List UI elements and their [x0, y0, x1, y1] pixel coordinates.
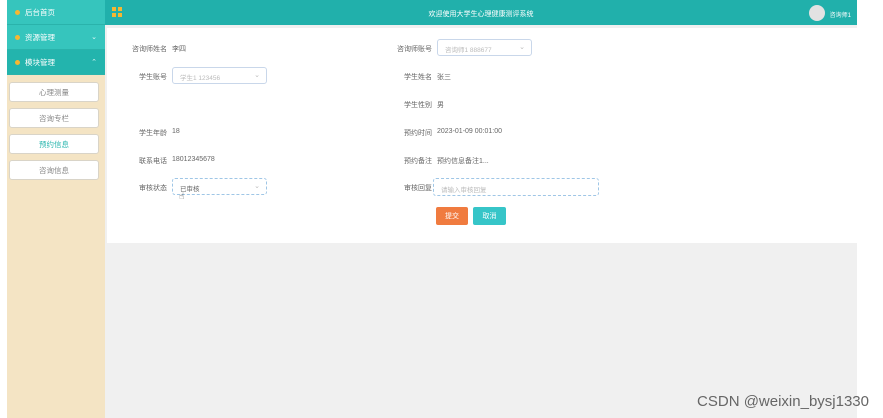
counselor-account-select: 咨询师1 888677 ⌄ [437, 39, 532, 56]
counselor-account-label: 咨询师账号 [397, 46, 432, 53]
sidebar-item-label: 心理测量 [39, 87, 69, 97]
student-gender-label: 学生性别 [404, 102, 432, 109]
phone-label: 联系电话 [139, 158, 167, 165]
student-account-label: 学生账号 [139, 74, 167, 81]
sidebar-item-label: 后台首页 [25, 7, 55, 17]
appointment-note-value: 预约信息备注1... [437, 158, 489, 165]
sidebar-item-label: 预约信息 [39, 139, 69, 149]
sidebar-group-resources[interactable]: 资源管理 ⌄ [7, 25, 105, 50]
counselor-name-label: 咨询师姓名 [132, 46, 167, 53]
page-title: 欢迎使用大学生心理健康测评系统 [428, 11, 534, 18]
appointment-note-label: 预约备注 [404, 158, 432, 165]
review-reply-placeholder: 请输入审核回复 [441, 187, 487, 194]
phone-value: 18012345678 [172, 156, 215, 163]
review-reply-label: 审核回复 [404, 185, 432, 192]
bullet-icon [15, 59, 20, 65]
counselor-account-value: 咨询师1 888677 [445, 47, 492, 54]
chevron-down-icon: ⌄ [91, 34, 97, 41]
avatar[interactable] [809, 5, 825, 21]
sidebar-item-home[interactable]: 后台首页 [7, 0, 105, 25]
chevron-down-icon: ⌄ [254, 183, 260, 190]
form-panel: 咨询师姓名 李四 咨询师账号 咨询师1 888677 ⌄ 学生账号 学生1 12… [107, 28, 857, 243]
student-name-value: 张三 [437, 74, 451, 81]
sidebar-item-appointments[interactable]: 预约信息 [9, 134, 99, 154]
student-age-label: 学生年龄 [139, 130, 167, 137]
review-status-label: 审核状态 [139, 185, 167, 192]
user-name[interactable]: 咨询师1 [830, 10, 851, 19]
top-header: 欢迎使用大学生心理健康测评系统 咨询师1 [105, 0, 857, 25]
student-age-value: 18 [172, 128, 180, 135]
student-account-value: 学生1 123456 [180, 75, 221, 82]
appointment-time-value: 2023-01-09 00:01:00 [437, 128, 502, 135]
submit-button[interactable]: 提交 [436, 207, 468, 225]
sidebar-group-label: 模块管理 [25, 57, 55, 67]
chevron-down-icon: ⌄ [519, 44, 525, 51]
sidebar-group-label: 资源管理 [25, 32, 55, 42]
bullet-icon [15, 9, 20, 15]
sidebar-group-modules[interactable]: 模块管理 ⌃ [7, 50, 105, 75]
watermark: CSDN @weixin_bysj1330 [697, 393, 869, 410]
review-status-select[interactable]: 已审核 ⌄ [172, 178, 267, 195]
sidebar-item-label: 咨询专栏 [39, 113, 69, 123]
submenu: 心理测量 咨询专栏 预约信息 咨询信息 [7, 75, 105, 180]
sidebar-item-psych-test[interactable]: 心理测量 [9, 82, 99, 102]
chevron-down-icon: ⌄ [254, 72, 260, 79]
counselor-name-value: 李四 [172, 46, 186, 53]
bullet-icon [15, 34, 20, 40]
chevron-up-icon: ⌃ [91, 59, 97, 66]
pointer-cursor-icon: ☝ [179, 191, 185, 201]
sidebar-item-consultations[interactable]: 咨询信息 [9, 160, 99, 180]
cancel-button[interactable]: 取消 [473, 207, 506, 225]
sidebar-item-column[interactable]: 咨询专栏 [9, 108, 99, 128]
student-gender-value: 男 [437, 102, 444, 109]
appointment-time-label: 预约时间 [404, 130, 432, 137]
student-account-select: 学生1 123456 ⌄ [172, 67, 267, 84]
sidebar-item-label: 咨询信息 [39, 165, 69, 175]
review-reply-input[interactable]: 请输入审核回复 [433, 178, 599, 196]
student-name-label: 学生姓名 [404, 74, 432, 81]
sidebar: 后台首页 资源管理 ⌄ 模块管理 ⌃ 心理测量 咨询专栏 预约信息 咨询信息 [7, 0, 105, 418]
